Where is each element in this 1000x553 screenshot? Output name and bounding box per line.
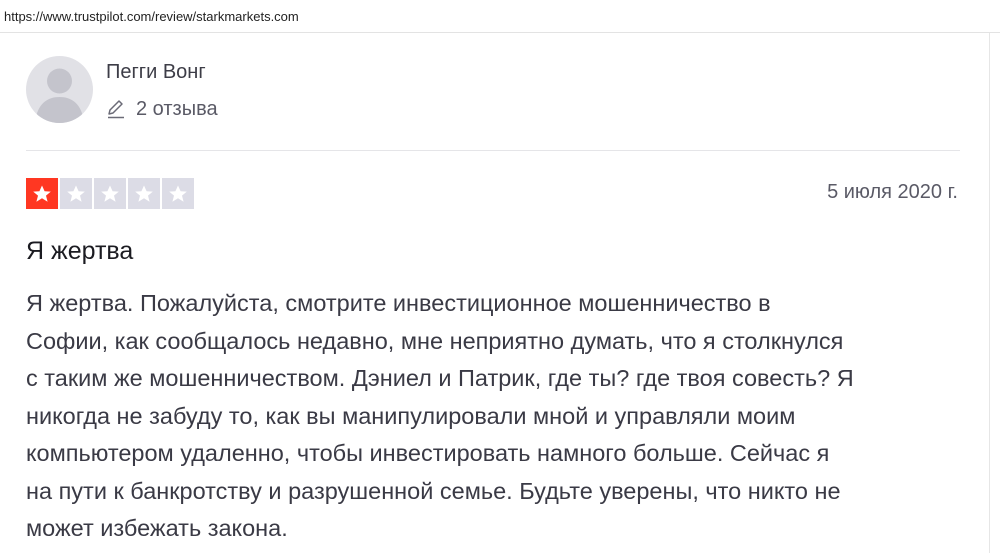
review-body: Я жертва. Пожалуйста, смотрите инвестици… (26, 285, 976, 548)
card-border (989, 33, 990, 553)
star-filled-icon (26, 178, 58, 209)
review-count-label: 2 отзыва (136, 97, 218, 120)
review-card: Пегги Вонг 2 отзыва 5 июля 2020 г. Я жер… (0, 33, 1000, 553)
divider (26, 150, 960, 151)
review-body-line: никогда не забуду то, как вы манипулиров… (26, 402, 796, 429)
avatar[interactable] (26, 56, 93, 123)
review-body-line: Софии, как сообщалось недавно, мне непри… (26, 327, 844, 354)
review-date: 5 июля 2020 г. (827, 181, 958, 203)
review-body-line: может избежать закона. (26, 515, 288, 541)
review-body-line: Я жертва. Пожалуйста, смотрите инвестици… (26, 290, 771, 316)
review-title[interactable]: Я жертва (26, 237, 133, 266)
default-user-avatar-icon (35, 68, 84, 123)
pencil-icon (108, 100, 124, 119)
star-empty-icon (128, 178, 160, 209)
star-rating (26, 178, 194, 209)
review-body-line: с таким же мошенничеством. Дэниел и Патр… (26, 365, 854, 391)
address-bar[interactable]: https://www.trustpilot.com/review/starkm… (0, 0, 1000, 33)
review-body-line: на пути к банкротству и разрушенной семь… (26, 477, 841, 504)
reviewer-name[interactable]: Пегги Вонг (106, 61, 206, 84)
star-empty-icon (162, 178, 194, 209)
review-body-line: компьютером удаленно, чтобы инвестироват… (26, 440, 830, 466)
url-text[interactable]: https://www.trustpilot.com/review/starkm… (4, 9, 299, 24)
star-empty-icon (94, 178, 126, 209)
star-empty-icon (60, 178, 92, 209)
review-count: 2 отзыва (106, 97, 218, 121)
